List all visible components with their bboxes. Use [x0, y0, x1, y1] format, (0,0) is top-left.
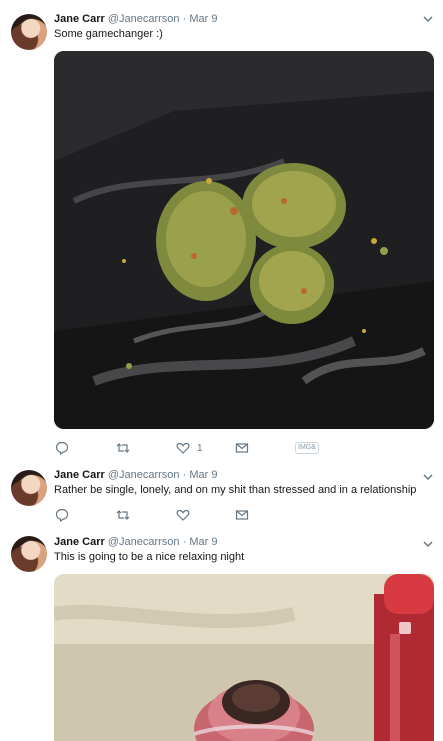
separator: ·	[182, 13, 187, 25]
like-button[interactable]	[176, 507, 190, 523]
chevron-down-icon[interactable]	[423, 472, 433, 482]
tweet-date[interactable]: Mar 9	[189, 536, 217, 548]
author-name[interactable]: Jane Carr	[54, 469, 105, 481]
retweet-icon	[116, 510, 130, 520]
message-button[interactable]	[235, 440, 249, 456]
tweet[interactable]: Jane Carr @Janecarrson · Mar 9 This is g…	[0, 528, 443, 741]
reply-icon	[55, 508, 69, 522]
avatar[interactable]	[11, 536, 47, 572]
avatar[interactable]	[11, 470, 47, 506]
tweet-text: This is going to be a nice relaxing nigh…	[54, 551, 245, 563]
author-name[interactable]: Jane Carr	[54, 536, 105, 548]
author-handle[interactable]: @Janecarrson	[108, 13, 180, 25]
author-name[interactable]: Jane Carr	[54, 13, 105, 25]
like-icon	[176, 442, 190, 454]
separator: ·	[182, 469, 187, 481]
author-handle[interactable]: @Janecarrson	[108, 469, 180, 481]
like-icon	[176, 509, 190, 521]
separator: ·	[182, 536, 187, 548]
author-handle[interactable]: @Janecarrson	[108, 536, 180, 548]
reply-icon	[55, 441, 69, 455]
timeline: Jane Carr @Janecarrson · Mar 9 Some game…	[0, 0, 443, 741]
reply-button[interactable]	[55, 507, 69, 523]
like-button[interactable]: 1	[176, 440, 203, 456]
tweet-text: Some gamechanger :)	[54, 28, 163, 40]
tweet[interactable]: Jane Carr @Janecarrson · Mar 9 Some game…	[0, 0, 443, 463]
tweet-text: Rather be single, lonely, and on my shit…	[54, 484, 417, 496]
tweet-header: Jane Carr @Janecarrson · Mar 9	[54, 535, 217, 549]
chevron-down-icon[interactable]	[423, 14, 433, 24]
message-icon	[235, 443, 249, 453]
retweet-button[interactable]	[116, 440, 130, 456]
like-count: 1	[197, 442, 203, 454]
tweet[interactable]: Jane Carr @Janecarrson · Mar 9 Rather be…	[0, 462, 443, 529]
tweet-actions: 1 IMG&	[55, 440, 355, 456]
reply-button[interactable]	[55, 440, 69, 456]
message-icon	[235, 510, 249, 520]
tweet-header: Jane Carr @Janecarrson · Mar 9	[54, 12, 217, 26]
tweet-date[interactable]: Mar 9	[189, 469, 217, 481]
tweet-actions	[55, 507, 355, 523]
img-badge: IMG&	[295, 442, 319, 454]
retweet-button[interactable]	[116, 507, 130, 523]
avatar[interactable]	[11, 14, 47, 50]
message-button[interactable]	[235, 507, 249, 523]
tweet-photo[interactable]	[54, 51, 434, 429]
retweet-icon	[116, 443, 130, 453]
tweet-date[interactable]: Mar 9	[189, 13, 217, 25]
img-badge-button[interactable]: IMG&	[295, 440, 319, 456]
tweet-header: Jane Carr @Janecarrson · Mar 9	[54, 468, 217, 482]
chevron-down-icon[interactable]	[423, 539, 433, 549]
tweet-photo[interactable]	[54, 574, 434, 741]
